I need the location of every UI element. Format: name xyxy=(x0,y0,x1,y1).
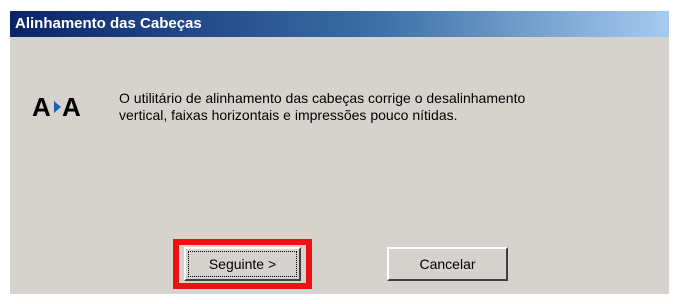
message-line-1: O utilitário de alinhamento das cabeças … xyxy=(119,90,526,106)
dialog-content: A A O utilitário de alinhamento das cabe… xyxy=(10,37,669,295)
head-alignment-dialog: Alinhamento das Cabeças A A O utilitário… xyxy=(9,10,669,294)
next-button[interactable]: Seguinte > xyxy=(184,247,301,281)
dialog-title: Alinhamento das Cabeças xyxy=(15,15,202,32)
dialog-message: O utilitário de alinhamento das cabeças … xyxy=(119,90,639,124)
svg-text:A: A xyxy=(62,92,81,122)
dialog-title-bar[interactable]: Alinhamento das Cabeças xyxy=(10,11,669,37)
head-alignment-icon: A A xyxy=(32,92,81,122)
svg-text:A: A xyxy=(32,92,51,122)
message-line-2: vertical, faixas horizontais e impressõe… xyxy=(119,107,458,123)
cancel-button[interactable]: Cancelar xyxy=(387,247,508,281)
